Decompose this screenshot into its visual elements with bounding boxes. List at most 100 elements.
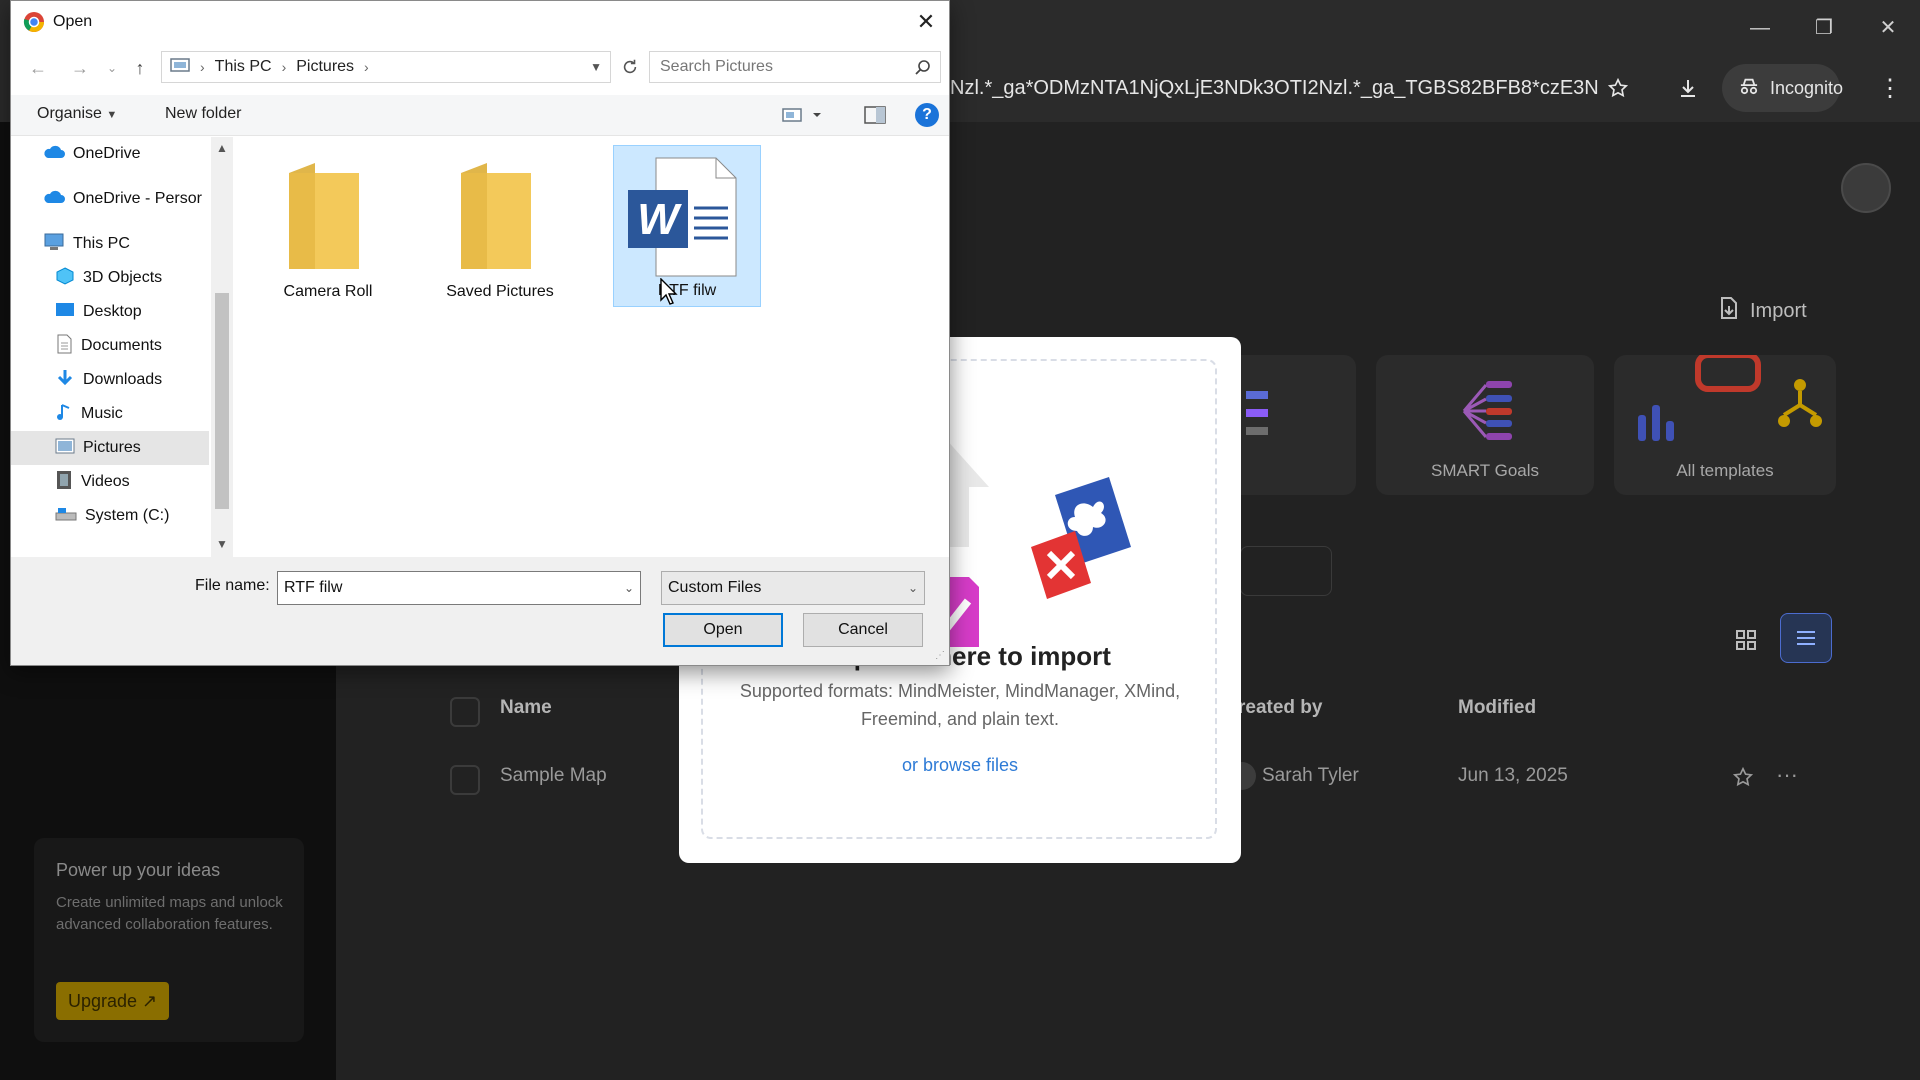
restore-icon[interactable]: ❐ [1804,10,1844,46]
folder-icon [285,159,367,276]
chrome-logo-icon [23,11,45,38]
file-list: Camera Roll Saved Pictures W RTF filw [235,137,949,557]
bookmark-star-icon[interactable] [1598,68,1638,108]
address-bar[interactable]: Nzl.*_ga*ODMzNTA1NjQxLjE3NDk3OTI2Nzl.*_g… [950,68,1600,108]
file-name-label: File name: [195,577,270,594]
search-icon [914,58,932,88]
dialog-close-icon[interactable]: ✕ [903,1,949,43]
list-view-icon[interactable] [1780,613,1832,663]
template-label: All templates [1676,461,1774,480]
file-label: Camera Roll [283,283,373,300]
new-folder-button[interactable]: New folder [165,105,241,123]
incognito-badge[interactable]: Incognito [1722,64,1843,112]
nav-item-this-pc[interactable]: This PC [11,227,209,261]
navigation-pane: OneDrive OneDrive - Persor This PC 3D Ob… [11,137,211,557]
scroll-up-icon[interactable]: ▲ [215,141,229,155]
dialog-title-bar[interactable]: Open ✕ [11,1,949,43]
column-header-created-by[interactable]: reated by [1238,697,1322,719]
minimize-icon[interactable]: — [1740,10,1780,46]
user-avatar[interactable] [1841,163,1891,213]
chevron-down-icon[interactable]: ⌄ [624,572,634,604]
search-pictures-input[interactable]: Search Pictures [649,51,941,83]
file-type-select[interactable]: Custom Files ⌄ [661,571,925,605]
nav-label: Desktop [83,303,142,320]
template-card-smart-goals[interactable]: SMART Goals [1376,355,1594,495]
download-arrow-icon [55,368,75,393]
document-icon [55,334,73,359]
file-name-input[interactable]: RTF filw ⌄ [277,571,641,605]
file-name-value: RTF filw [284,579,343,596]
scroll-thumb[interactable] [215,293,229,509]
map-search-field[interactable] [1240,546,1332,596]
nav-item-pictures[interactable]: Pictures [11,431,209,465]
nav-item-system-c[interactable]: System (C:) [11,499,209,533]
nav-item-desktop[interactable]: Desktop [11,295,209,329]
template-card-all-templates[interactable]: All templates [1614,352,1836,495]
table-row-name[interactable]: Sample Map [500,765,607,787]
file-item-rtf-filw[interactable]: W RTF filw [613,145,761,307]
import-button[interactable]: Import [1718,296,1807,326]
nav-item-documents[interactable]: Documents [11,329,209,363]
chevron-down-icon[interactable]: ⌄ [908,572,918,604]
nav-scrollbar[interactable]: ▲ ▼ [211,137,233,557]
file-item-saved-pictures[interactable]: Saved Pictures [427,147,573,307]
nav-label: Music [81,405,123,422]
location-icon [170,57,190,78]
incognito-icon [1738,77,1760,100]
breadcrumb-this-pc[interactable]: This PC [215,58,272,76]
file-item-camera-roll[interactable]: Camera Roll [255,147,401,307]
recent-dropdown-icon[interactable]: ⌄ [99,55,125,81]
preview-pane-icon[interactable] [863,105,887,130]
video-icon [55,470,73,495]
window-close-icon[interactable]: ✕ [1868,10,1908,46]
nav-item-videos[interactable]: Videos [11,465,209,499]
column-header-modified[interactable]: Modified [1458,697,1536,719]
help-icon[interactable]: ? [915,103,939,127]
refresh-icon[interactable] [615,51,645,83]
favorite-star-icon[interactable] [1732,766,1754,793]
cloud-icon [43,145,65,164]
grid-view-icon[interactable] [1726,620,1766,660]
nav-label: OneDrive [73,145,141,162]
template-label: SMART Goals [1430,461,1540,480]
upgrade-button[interactable]: Upgrade ↗ [56,982,170,1020]
browse-files-link[interactable]: or browse files [679,755,1241,776]
nav-label: Videos [81,473,130,490]
breadcrumb-pictures[interactable]: Pictures [296,58,354,76]
up-arrow-icon[interactable]: ↑ [127,55,153,81]
forward-arrow-icon[interactable]: → [67,55,93,81]
browser-menu-icon[interactable]: ⋮ [1870,68,1910,108]
row-more-icon[interactable]: ··· [1776,762,1798,788]
row-checkbox[interactable] [450,765,480,795]
drive-icon [55,506,77,527]
nav-item-3d-objects[interactable]: 3D Objects [11,261,209,295]
organise-label: Organise [37,105,102,122]
column-header-name[interactable]: Name [500,697,552,719]
nav-label: Downloads [83,371,163,388]
download-icon[interactable] [1668,68,1708,108]
nav-label: 3D Objects [83,269,163,286]
nav-item-onedrive-personal[interactable]: OneDrive - Persor [11,182,209,216]
nav-item-music[interactable]: Music [11,397,209,431]
nav-item-downloads[interactable]: Downloads [11,363,209,397]
import-icon [1718,296,1740,326]
pictures-icon [55,437,75,460]
import-label: Import [1750,299,1807,322]
supported-formats-text: Supported formats: MindMeister, MindMana… [739,681,1181,729]
select-all-checkbox[interactable] [450,697,480,727]
scroll-down-icon[interactable]: ▼ [215,537,229,551]
back-arrow-icon[interactable]: ← [25,55,51,81]
table-row-created-by: Sarah Tyler [1262,765,1359,786]
breadcrumb-dropdown-icon[interactable]: ▼ [590,60,602,74]
open-button[interactable]: Open [663,613,783,647]
nav-item-onedrive[interactable]: OneDrive [11,137,209,171]
template-list-icon [1240,387,1276,448]
resize-grip-icon[interactable]: ⋰ [935,650,945,661]
music-icon [55,402,73,427]
cloud-icon [43,190,65,209]
change-view-icon[interactable] [781,107,825,128]
smart-goals-icon [1456,375,1520,452]
organise-menu[interactable]: Organise ▼ [37,105,117,123]
cancel-button[interactable]: Cancel [803,613,923,647]
breadcrumb[interactable]: › This PC › Pictures › ▼ [161,51,611,83]
